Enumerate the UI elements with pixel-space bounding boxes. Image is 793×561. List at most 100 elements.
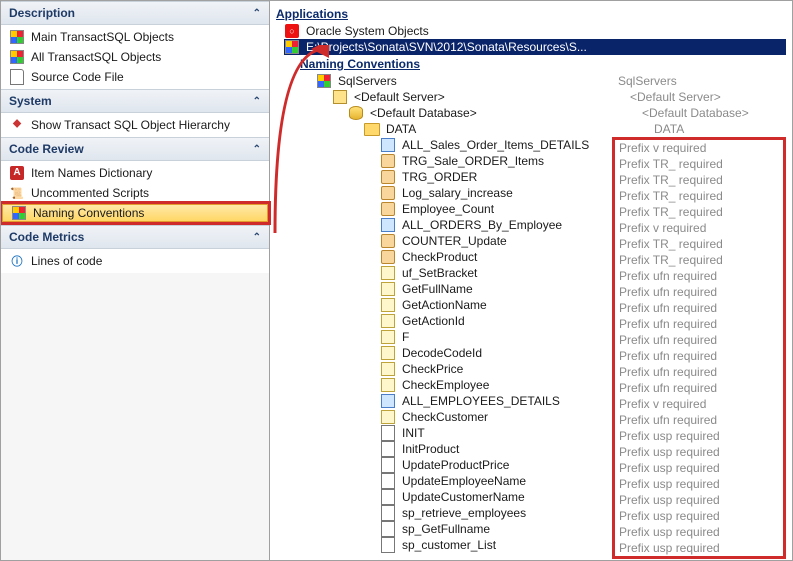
node-obj-label: UpdateCustomerName (400, 489, 525, 505)
node-obj-label: sp_GetFullname (400, 521, 490, 537)
node-obj[interactable]: ALL_Sales_Order_Items_DETAILS (300, 137, 616, 153)
sidebar-item-names-dict[interactable]: AItem Names Dictionary (1, 163, 269, 183)
node-obj[interactable]: GetFullName (300, 281, 616, 297)
trg-icon (380, 169, 396, 185)
application-item[interactable]: ○Oracle System Objects (284, 23, 786, 39)
node-obj[interactable]: uf_SetBracket (300, 265, 616, 281)
node-obj-label: CheckCustomer (400, 409, 488, 425)
node-server-label: <Default Server> (352, 89, 445, 105)
node-obj[interactable]: GetActionName (300, 297, 616, 313)
sidebar-item-src-file[interactable]: Source Code File (1, 67, 269, 87)
node-obj-label: TRG_ORDER (400, 169, 477, 185)
node-obj[interactable]: CheckProduct (300, 249, 616, 265)
validation-msg: Prefix v required (619, 396, 779, 412)
sidebar-item-label: Show Transact SQL Object Hierarchy (31, 118, 230, 132)
node-obj-label: sp_retrieve_employees (400, 505, 526, 521)
node-obj[interactable]: sp_retrieve_employees (300, 505, 616, 521)
node-obj[interactable]: GetActionId (300, 313, 616, 329)
node-obj[interactable]: CheckEmployee (300, 377, 616, 393)
node-obj-label: F (400, 329, 409, 345)
chevron-up-icon: ⌃ (253, 8, 261, 19)
sidebar-item-label: Source Code File (31, 70, 124, 84)
node-obj-label: Log_salary_increase (400, 185, 513, 201)
trg-icon (380, 153, 396, 169)
node-sqlservers[interactable]: SqlServers (300, 73, 616, 89)
sidebar-item-all-tsql[interactable]: All TransactSQL Objects (1, 47, 269, 67)
sidebar-item-obj-hier[interactable]: ⯁ Show Transact SQL Object Hierarchy (1, 115, 269, 135)
trg-icon (380, 185, 396, 201)
node-database[interactable]: <Default Database> (300, 105, 616, 121)
sidebar-item-label: Item Names Dictionary (31, 166, 152, 180)
sidebar-item-label: Naming Conventions (33, 206, 144, 220)
node-server-r-label: <Default Server> (628, 89, 721, 105)
chevron-up-icon: ⌃ (253, 96, 261, 107)
validation-msg: Prefix usp required (619, 444, 779, 460)
group-header-code-review[interactable]: Code Review⌃ (1, 137, 269, 161)
node-obj[interactable]: InitProduct (300, 441, 616, 457)
node-sqlservers-label: SqlServers (336, 73, 397, 89)
node-obj[interactable]: Employee_Count (300, 201, 616, 217)
validation-msg: Prefix usp required (619, 492, 779, 508)
sidebar-item-main-tsql[interactable]: Main TransactSQL Objects (1, 27, 269, 47)
fn-icon (380, 345, 396, 361)
node-obj-label: TRG_Sale_ORDER_Items (400, 153, 544, 169)
trg-icon (380, 201, 396, 217)
node-obj[interactable]: CheckPrice (300, 361, 616, 377)
group-title: Description (9, 6, 75, 20)
msgrid-icon (11, 205, 27, 221)
node-obj-label: Employee_Count (400, 201, 494, 217)
node-obj[interactable]: TRG_Sale_ORDER_Items (300, 153, 616, 169)
app-root: Description ⌃ Main TransactSQL Objects All … (0, 0, 793, 561)
node-obj[interactable]: sp_GetFullname (300, 521, 616, 537)
node-obj[interactable]: CheckCustomer (300, 409, 616, 425)
tree-icon: ⯁ (9, 117, 25, 133)
validation-msg: Prefix TR_ required (619, 252, 779, 268)
fn-icon (380, 361, 396, 377)
sidebar-item-uncommented[interactable]: 📜 Uncommented Scripts (1, 183, 269, 203)
proc-icon (380, 457, 396, 473)
node-sqlservers-r: SqlServers (616, 73, 786, 89)
proc-icon (380, 441, 396, 457)
application-item[interactable]: E:\Projects\Sonata\SVN\2012\Sonata\Resou… (284, 39, 786, 55)
node-obj[interactable]: Log_salary_increase (300, 185, 616, 201)
validation-msg: Prefix ufn required (619, 284, 779, 300)
fn-icon (380, 377, 396, 393)
validation-msg: Prefix v required (619, 220, 779, 236)
node-obj[interactable]: ALL_ORDERS_By_Employee (300, 217, 616, 233)
group-header-system[interactable]: System⌃ (1, 89, 269, 113)
fn-icon (380, 329, 396, 345)
group-header-description[interactable]: Description ⌃ (1, 1, 269, 25)
sidebar-item-naming-conv[interactable]: Naming Conventions (1, 203, 269, 223)
node-server[interactable]: <Default Server> (300, 89, 616, 105)
group-title: Code Review (9, 142, 84, 156)
node-obj[interactable]: UpdateCustomerName (300, 489, 616, 505)
group-items: ⯁ Show Transact SQL Object Hierarchy (1, 113, 269, 137)
scroll-icon: 📜 (9, 185, 25, 201)
node-obj[interactable]: sp_customer_List (300, 537, 616, 553)
node-obj-label: sp_customer_List (400, 537, 496, 553)
node-obj[interactable]: TRG_ORDER (300, 169, 616, 185)
proc-icon (380, 489, 396, 505)
sidebar-item-loc[interactable]: ⓘLines of code (1, 251, 269, 271)
node-obj[interactable]: ALL_EMPLOYEES_DETAILS (300, 393, 616, 409)
sidebar-item-label: Uncommented Scripts (31, 186, 149, 200)
node-data[interactable]: DATA (300, 121, 616, 137)
sidebar-item-label: Main TransactSQL Objects (31, 30, 174, 44)
validation-msg: Prefix TR_ required (619, 204, 779, 220)
proc-icon (380, 505, 396, 521)
node-obj[interactable]: DecodeCodeId (300, 345, 616, 361)
sql-icon (380, 137, 396, 153)
node-obj-label: INIT (400, 425, 425, 441)
node-obj[interactable]: UpdateEmployeeName (300, 473, 616, 489)
node-obj[interactable]: COUNTER_Update (300, 233, 616, 249)
naming-conv-heading: Naming Conventions (300, 57, 786, 71)
oracle-icon: ○ (284, 23, 300, 39)
group-header-code-metrics[interactable]: Code Metrics⌃ (1, 225, 269, 249)
sql-icon (380, 393, 396, 409)
node-obj[interactable]: F (300, 329, 616, 345)
validation-msg: Prefix ufn required (619, 332, 779, 348)
node-obj[interactable]: UpdateProductPrice (300, 457, 616, 473)
right-panel[interactable]: Applications ○Oracle System ObjectsE:\Pr… (270, 1, 792, 560)
node-obj-label: ALL_ORDERS_By_Employee (400, 217, 562, 233)
node-obj[interactable]: INIT (300, 425, 616, 441)
